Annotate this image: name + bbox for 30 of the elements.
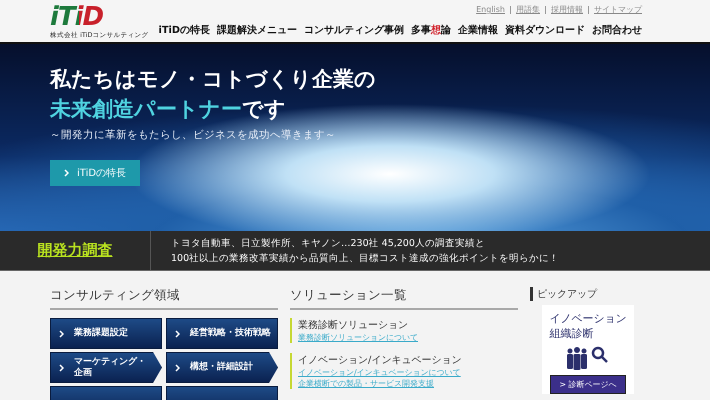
pickup-card[interactable]: イノベーション 組織診断 > 診断ページへ [542,305,634,394]
survey-text: トヨタ自動車、日立製作所、キヤノン…230社 45,200人の調査実績と [171,236,486,250]
nav-link[interactable]: 資料ダウンロード [505,24,585,37]
survey-text: 100社以上の業務改革実績から品質向上、目標コスト達成の強化ポイントを明らかに！ [171,252,560,264]
hero-subtitle: ～開発力に革新をもたらし、ビジネスを成功へ導きます～ [50,128,337,142]
card-title: イノベーション 組織診断 [550,311,626,341]
consulting-button[interactable]: 経営戦略・技術戦略 [166,318,278,349]
nav-link[interactable]: コンサルティング事例 [304,24,404,37]
nav-link[interactable]: 多事想論 [411,24,451,37]
consulting-button[interactable]: マーケティング・企画 [50,352,162,383]
section-heading: ピックアップ [530,287,650,301]
survey-link[interactable]: 開発力調査 [38,241,112,260]
chevron-icon [175,330,180,338]
hero-headline: 私たちはモノ・コトづくり企業の [50,66,377,93]
nav-link[interactable]: 企業情報 [458,24,498,37]
solution-title: イノベーション/インキュベーション [298,354,462,367]
chevron-icon [175,364,180,372]
section-heading: コンサルティング領域 [50,287,278,310]
chevron-icon [59,330,64,338]
nav-link[interactable]: iTiDの特長 [158,24,210,37]
section-heading: ソリューション一覧 [290,287,518,310]
hero-headline: 未来創造パートナーです [50,96,287,123]
chevron-icon [64,169,69,177]
nav-link[interactable]: お問合わせ [592,24,642,37]
chevron-icon [59,364,64,372]
nav-link[interactable]: 課題解決メニュー [217,24,297,37]
solution-title: 業務診断ソリューション [298,318,409,332]
consulting-button[interactable]: 構想・詳細設計 [166,352,278,383]
consulting-button[interactable]: 業務課題設定 [50,318,162,349]
diagnosis-button[interactable]: > 診断ページへ [550,375,626,394]
